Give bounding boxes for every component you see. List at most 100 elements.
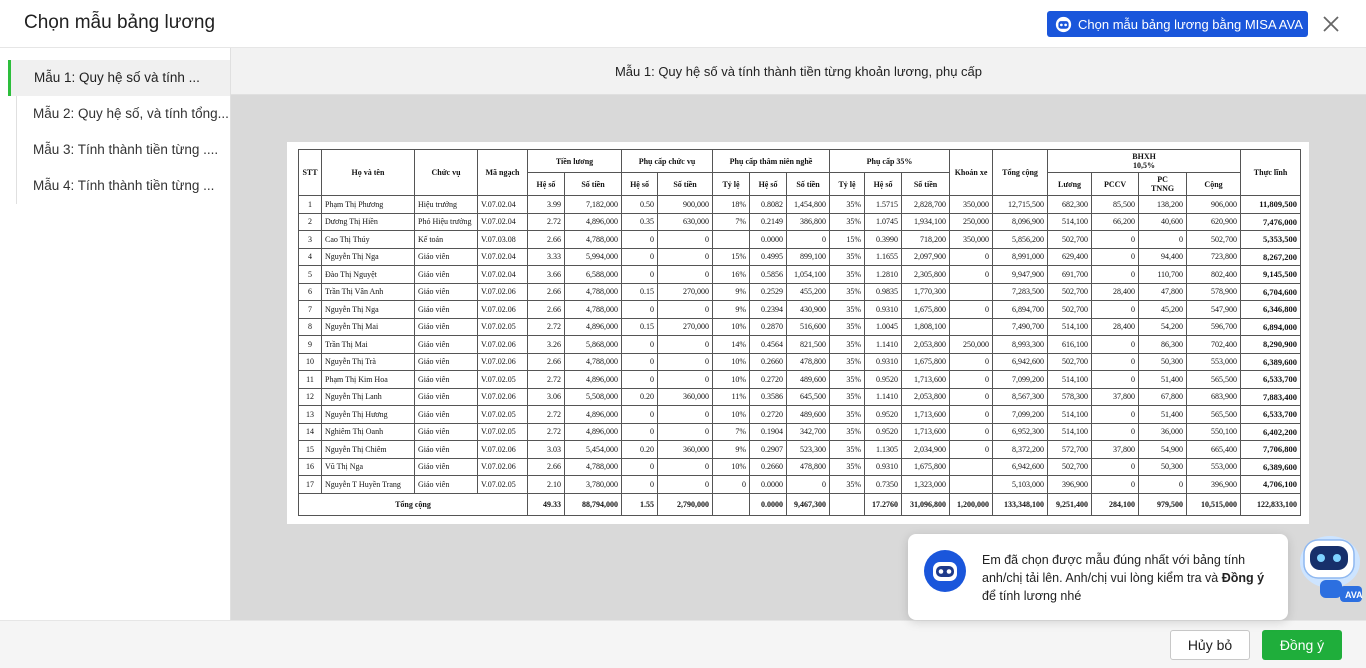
table-cell: 0 [657,352,714,371]
table-cell: 1.5715 [864,195,903,214]
table-cell: 0.35 [621,212,659,231]
subheader-coef: Hệ số [864,172,903,196]
template-item-1[interactable]: Mẫu 1: Quy hệ số và tính ... [8,60,230,96]
assistant-message: Em đã chọn được mẫu đúng nhất với bảng t… [908,534,1288,620]
misa-ava-button-label: Chọn mẫu bảng lương bằng MISA AVA [1078,16,1303,32]
table-cell: 0 [1091,475,1140,494]
table-cell: 0.9520 [864,405,903,424]
table-cell: 4,788,000 [563,352,623,371]
table-cell: 54,200 [1138,317,1188,336]
table-cell: 523,300 [786,440,831,459]
table-cell: 899,100 [786,247,831,266]
table-cell: Giáo viên [414,440,478,459]
template-item-3[interactable]: Mẫu 3: Tính thành tiền từng .... [16,132,230,168]
table-cell: 35% [829,370,866,389]
table-cell: 0.7350 [864,475,903,494]
table-cell: 0 [657,335,714,354]
table-cell: 86,300 [1138,335,1188,354]
header-insurance-rate: 10,5% [1133,161,1156,170]
table-cell: 2.72 [527,405,565,424]
table-cell: 682,300 [1047,195,1093,214]
table-cell: 35% [829,282,866,301]
confirm-button[interactable]: Đồng ý [1262,630,1342,660]
table-cell: 360,000 [657,440,714,459]
table-cell: 9% [712,282,751,301]
dialog-header: Chọn mẫu bảng lương Chọn mẫu bảng lương … [0,0,1366,48]
table-cell: 50,300 [1138,457,1188,476]
dialog-title: Chọn mẫu bảng lương [24,12,216,33]
table-cell: 596,700 [1186,317,1242,336]
table-cell: 0.2394 [749,300,788,319]
table-cell: 4,896,000 [563,422,623,441]
table-cell: 6,533,700 [1240,405,1302,424]
table-cell: 2.66 [527,457,565,476]
table-cell: 630,000 [657,212,714,231]
table-cell: 1,454,800 [786,195,831,214]
table-cell: 547,900 [1186,300,1242,319]
table-cell: 40,600 [1138,212,1188,231]
table-cell: 35% [829,212,866,231]
table-cell: 553,000 [1186,457,1242,476]
table-cell: 2.10 [527,475,565,494]
table-cell: 4,896,000 [563,317,623,336]
subheader-ins-pccv: PCCV [1091,172,1140,196]
table-cell: 35% [829,335,866,354]
table-cell: 386,800 [786,212,831,231]
table-cell: Giáo viên [414,405,478,424]
table-cell: 396,900 [1047,475,1093,494]
table-cell: 620,900 [1186,212,1242,231]
table-cell: 7% [712,422,751,441]
table-cell: 1 [298,195,322,214]
subheader-amount: Số tiền [563,172,623,196]
table-cell: 12,715,500 [992,195,1049,214]
table-row: 8 Nguyễn Thị Mai Giáo viên V.07.02.05 2.72 4,… [298,317,1302,336]
table-cell: 0 [1091,300,1140,319]
table-cell: 37,800 [1091,440,1140,459]
table-cell: V.07.02.04 [477,265,528,284]
table-cell: Giáo viên [414,457,478,476]
table-cell: Nguyễn Thị Chiêm [321,440,415,459]
table-cell: 502,700 [1047,457,1093,476]
message-text-1: Em đã chọn được mẫu đúng nhất với bảng t… [982,553,1246,585]
table-cell: 0 [949,405,994,424]
table-cell: 0.4995 [749,247,788,266]
table-row: 12 Nguyễn Thị Lanh Giáo viên V.07.02.06 3.06… [298,387,1302,406]
table-row: 3 Cao Thị Thúy Kế toán V.07.03.08 2.66 4,788,… [298,230,1302,249]
header-position: Chức vụ [414,149,478,196]
table-cell: 0 [712,475,751,494]
table-cell: 0.2149 [749,212,788,231]
table-cell: 14% [712,335,751,354]
table-cell: 7 [298,300,322,319]
table-cell: Phạm Thị Kim Hoa [321,370,415,389]
table-cell: 1,713,600 [901,370,951,389]
misa-ava-button[interactable]: Chọn mẫu bảng lương bằng MISA AVA [1047,11,1308,37]
ava-robot-mascot-icon[interactable]: AVA [1290,524,1366,614]
template-item-2[interactable]: Mẫu 2: Quy hệ số, và tính tổng... [16,96,230,132]
table-cell: 553,000 [1186,352,1242,371]
table-cell: 6,952,300 [992,422,1049,441]
table-cell: 35% [829,387,866,406]
header-stt: STT [298,149,322,196]
table-cell: 6,894,700 [992,300,1049,319]
table-cell: 0.9520 [864,422,903,441]
table-cell: 0.0000 [749,230,788,249]
table-cell: 1,675,800 [901,300,951,319]
total-cell: 49.33 [527,492,565,516]
table-cell: 0.20 [621,440,659,459]
table-cell: Giáo viên [414,247,478,266]
table-cell: 629,400 [1047,247,1093,266]
table-cell: V.07.02.06 [477,300,528,319]
table-cell: 502,700 [1047,282,1093,301]
close-icon[interactable] [1320,13,1342,35]
table-cell: Đào Thị Nguyệt [321,265,415,284]
table-cell: Kế toán [414,230,478,249]
table-cell: 4,896,000 [563,370,623,389]
cancel-button[interactable]: Hủy bỏ [1170,630,1250,660]
template-item-4[interactable]: Mẫu 4: Tính thành tiền từng ... [16,168,230,204]
table-cell: 1,770,300 [901,282,951,301]
assistant-message-text: Em đã chọn được mẫu đúng nhất với bảng t… [982,551,1274,605]
table-cell: Nguyễn Thị Mai [321,317,415,336]
total-cell: 10,515,000 [1186,492,1242,516]
table-cell: Giáo viên [414,300,478,319]
table-cell: 0.3990 [864,230,903,249]
